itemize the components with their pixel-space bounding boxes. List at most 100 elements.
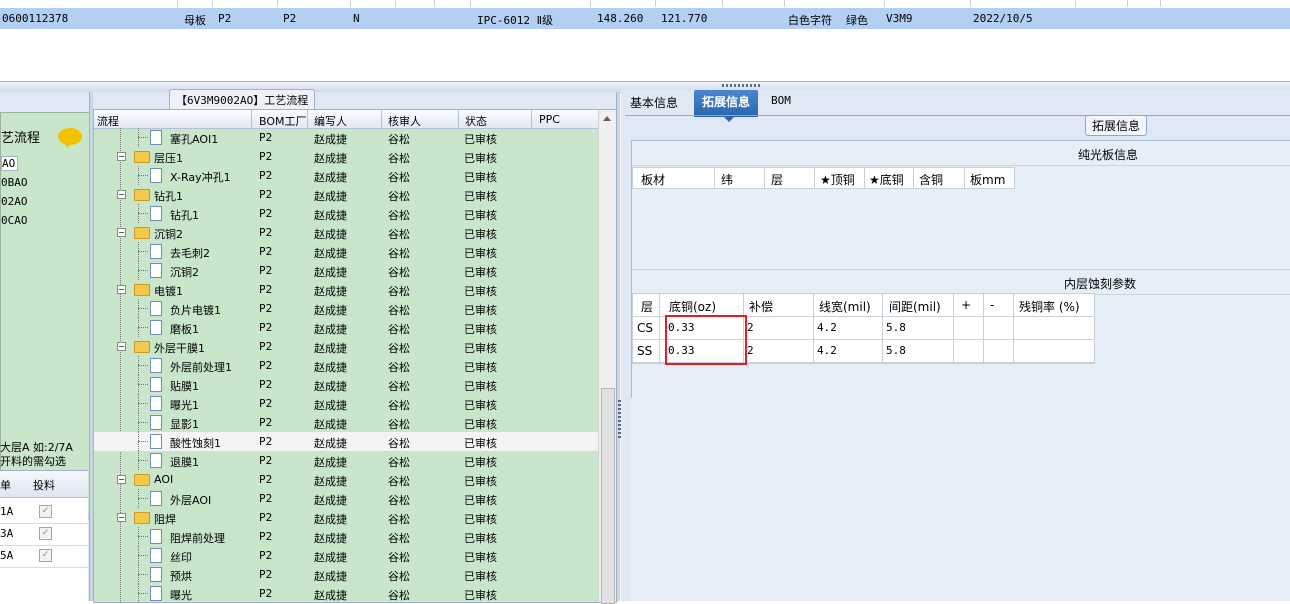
table-row[interactable]: 5A ✓ [0, 545, 88, 568]
table-row-selected[interactable]: 0600112378 母板 P2 P2 N IPC-6012 Ⅱ级 148.26… [0, 8, 1290, 29]
col-header[interactable]: ★顶铜 [820, 171, 855, 188]
tree-row[interactable]: 丝印 P2 赵成捷 谷松 已审核 [94, 546, 598, 565]
tree-row[interactable]: X-Ray冲孔1 P2 赵成捷 谷松 已审核 [94, 166, 598, 185]
cell-status: 已审核 [464, 418, 497, 431]
tree-row[interactable]: 贴膜1 P2 赵成捷 谷松 已审核 [94, 375, 598, 394]
collapse-toggle-icon[interactable]: − [117, 342, 126, 351]
tree-row[interactable]: 曝光1 P2 赵成捷 谷松 已审核 [94, 394, 598, 413]
scrollbar-thumb[interactable] [601, 388, 615, 604]
col-divider [714, 168, 715, 188]
extended-info-button[interactable]: 拓展信息 [1085, 115, 1148, 136]
tree-row[interactable]: 负片电镀1 P2 赵成捷 谷松 已审核 [94, 299, 598, 318]
col-header[interactable]: 残铜率 (%) [1019, 298, 1080, 315]
checkbox[interactable]: ✓ [39, 527, 52, 540]
tree-connector-line [138, 270, 148, 271]
col-header[interactable]: 编写人 [314, 113, 347, 129]
cell-reviewer: 谷松 [388, 342, 410, 355]
cell-spacing[interactable]: 5.8 [886, 321, 906, 334]
cell-compensation[interactable]: 2 [747, 344, 754, 357]
col-header[interactable]: 层 [641, 298, 653, 315]
tree-row[interactable]: − 外层干膜1 P2 赵成捷 谷松 已审核 [94, 337, 598, 356]
list-item[interactable]: AO [1, 156, 19, 171]
tree-row[interactable]: − 电镀1 P2 赵成捷 谷松 已审核 [94, 280, 598, 299]
document-icon [150, 377, 162, 392]
tree-row[interactable]: − 沉铜2 P2 赵成捷 谷松 已审核 [94, 223, 598, 242]
list-item[interactable]: 0BAO [1, 176, 28, 189]
checkbox[interactable]: ✓ [39, 549, 52, 562]
tree-row[interactable]: 钻孔1 P2 赵成捷 谷松 已审核 [94, 204, 598, 223]
tree-row[interactable]: 去毛刺2 P2 赵成捷 谷松 已审核 [94, 242, 598, 261]
tree-row[interactable]: 显影1 P2 赵成捷 谷松 已审核 [94, 413, 598, 432]
col-header[interactable]: PPC [539, 113, 560, 126]
tree-row[interactable]: 预烘 P2 赵成捷 谷松 已审核 [94, 565, 598, 584]
col-header[interactable]: - [990, 298, 994, 312]
cell-line-width[interactable]: 4.2 [817, 321, 837, 334]
collapse-toggle-icon[interactable]: − [117, 152, 126, 161]
tree-connector-line [138, 498, 148, 499]
collapse-toggle-icon[interactable]: − [117, 513, 126, 522]
col-divider[interactable] [251, 110, 252, 128]
list-item[interactable]: 0CAO [1, 214, 28, 227]
tree-row[interactable]: 阻焊前处理 P2 赵成捷 谷松 已审核 [94, 527, 598, 546]
tree-row[interactable]: − 层压1 P2 赵成捷 谷松 已审核 [94, 147, 598, 166]
list-item[interactable]: 02AO [1, 195, 28, 208]
tree-row[interactable]: − AOI P2 赵成捷 谷松 已审核 [94, 470, 598, 489]
col-header[interactable]: 板mm [970, 171, 1005, 188]
cell-reviewer: 谷松 [388, 513, 410, 526]
tree-row[interactable]: 曝光 P2 赵成捷 谷松 已审核 [94, 584, 598, 603]
tree-row[interactable]: 外层AOI P2 赵成捷 谷松 已审核 [94, 489, 598, 508]
col-divider [814, 168, 815, 188]
splitter-grip-icon[interactable] [722, 84, 762, 87]
collapse-toggle-icon[interactable]: − [117, 475, 126, 484]
col-header[interactable]: 间距(mil) [889, 298, 941, 315]
vertical-scrollbar[interactable] [598, 110, 616, 604]
col-header[interactable]: 含铜 [919, 171, 943, 188]
scroll-up-arrow-icon[interactable] [603, 116, 611, 121]
cell-bom-factory: P2 [259, 435, 273, 448]
comment-bubble-icon[interactable] [58, 128, 82, 148]
col-header[interactable]: 纬 [721, 171, 733, 188]
tree-row[interactable]: 退膜1 P2 赵成捷 谷松 已审核 [94, 451, 598, 470]
grid-line [655, 0, 656, 7]
grid-line [350, 0, 351, 7]
tree-row[interactable]: − 钻孔1 P2 赵成捷 谷松 已审核 [94, 185, 598, 204]
cell-reviewer: 谷松 [388, 437, 410, 450]
tree-row[interactable]: 塞孔AOI1 P2 赵成捷 谷松 已审核 [94, 128, 598, 147]
vertical-splitter[interactable] [616, 92, 620, 601]
cell-line-width[interactable]: 4.2 [817, 344, 837, 357]
col-divider[interactable] [458, 110, 459, 128]
col-header[interactable]: 状态 [465, 113, 487, 129]
tree-row[interactable]: 磨板1 P2 赵成捷 谷松 已审核 [94, 318, 598, 337]
tab-extended-info[interactable]: 拓展信息 [694, 90, 759, 122]
bare-board-grid-header: 板材 纬 层 ★顶铜 ★底铜 含铜 板mm [632, 167, 1015, 189]
step-name: 阻焊前处理 [170, 532, 225, 545]
cell-spacing[interactable]: 5.8 [886, 344, 906, 357]
tree-row[interactable]: 外层前处理1 P2 赵成捷 谷松 已审核 [94, 356, 598, 375]
document-icon [150, 453, 162, 468]
col-divider[interactable] [381, 110, 382, 128]
cell-compensation[interactable]: 2 [747, 321, 754, 334]
tab-basic-info[interactable]: 基本信息 [630, 94, 678, 111]
collapse-toggle-icon[interactable]: − [117, 285, 126, 294]
col-divider[interactable] [531, 110, 532, 128]
tree-row[interactable]: − 阻焊 P2 赵成捷 谷松 已审核 [94, 508, 598, 527]
col-header[interactable]: 补偿 [749, 298, 773, 315]
col-header[interactable]: 底铜(oz) [669, 298, 716, 315]
col-header[interactable]: 流程 [97, 113, 119, 129]
table-row[interactable]: 3A ✓ [0, 523, 88, 546]
col-header[interactable]: 核审人 [388, 113, 421, 129]
table-row[interactable]: 1A ✓ [0, 501, 88, 524]
col-divider[interactable] [307, 110, 308, 128]
collapse-toggle-icon[interactable]: − [117, 228, 126, 237]
col-header[interactable]: 层 [771, 171, 783, 188]
collapse-toggle-icon[interactable]: − [117, 190, 126, 199]
col-header[interactable]: + [961, 298, 971, 312]
col-header[interactable]: 板材 [641, 171, 665, 188]
col-header[interactable]: ★底铜 [869, 171, 904, 188]
checkbox[interactable]: ✓ [39, 505, 52, 518]
tab-bom[interactable]: BOM [771, 94, 791, 107]
tree-row[interactable]: 沉铜2 P2 赵成捷 谷松 已审核 [94, 261, 598, 280]
tree-row[interactable]: 酸性蚀刻1 P2 赵成捷 谷松 已审核 [94, 432, 598, 451]
col-header[interactable]: BOM工厂 [259, 113, 307, 129]
col-header[interactable]: 线宽(mil) [819, 298, 871, 315]
